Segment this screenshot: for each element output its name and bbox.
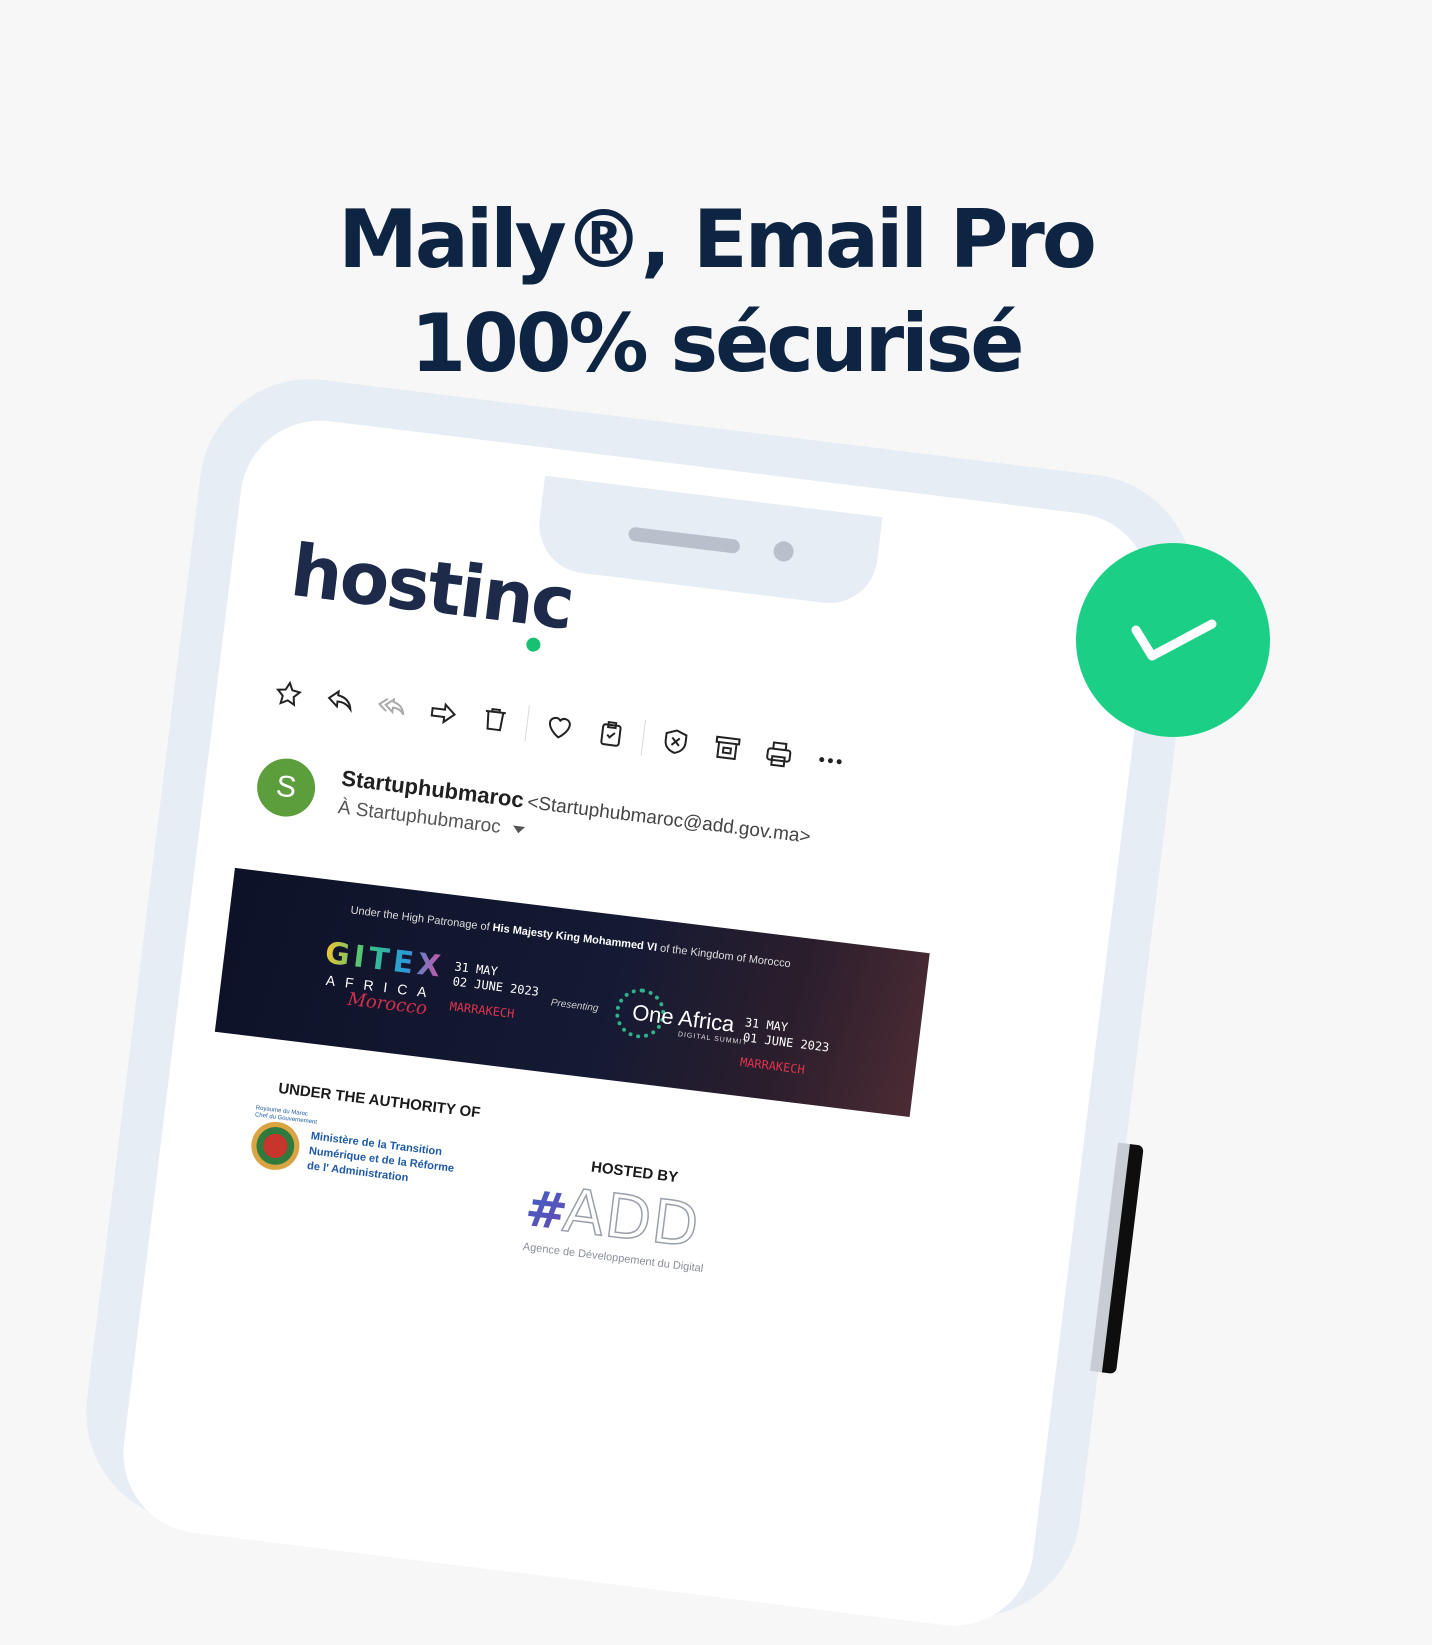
forward-icon[interactable] — [421, 691, 466, 736]
heart-icon[interactable] — [537, 705, 582, 750]
ministry-name: Ministère de la Transition Numérique et … — [306, 1129, 456, 1191]
checkmark-icon — [1131, 619, 1217, 661]
phone-mockup: hostinc S Startuphubmaroc<Startuphubmaro… — [73, 366, 1246, 1635]
coat-of-arms-icon — [248, 1119, 303, 1173]
sender-email[interactable]: <Startuphubmaroc@add.gov.ma> — [526, 792, 812, 848]
more-icon[interactable] — [808, 738, 853, 783]
front-camera — [772, 540, 795, 563]
reply-icon[interactable] — [318, 678, 363, 723]
patronage-post: of the Kingdom of Morocco — [656, 942, 792, 971]
patronage-bold: His Majesty King Mohammed VI — [491, 921, 658, 954]
archive-icon[interactable] — [705, 726, 750, 771]
speaker-grille — [627, 526, 741, 555]
shield-x-icon[interactable] — [653, 719, 698, 764]
one-africa-dates: 31 MAY 01 JUNE 2023 — [742, 1015, 832, 1055]
logo-dot-icon — [525, 636, 542, 653]
trash-icon[interactable] — [473, 697, 518, 742]
avatar[interactable]: S — [253, 755, 319, 820]
chevron-down-icon[interactable] — [511, 825, 525, 835]
star-icon[interactable] — [266, 672, 311, 717]
one-africa-city: MARRAKECH — [739, 1054, 806, 1077]
check-badge — [1076, 543, 1270, 737]
presenting-text: Presenting — [550, 997, 599, 1015]
clipboard-check-icon[interactable] — [589, 711, 634, 756]
headline: Maily®, Email Pro 100% sécurisé — [0, 188, 1432, 396]
phone-notch — [533, 475, 883, 609]
event-banner: Under the High Patronage of His Majesty … — [214, 867, 930, 1118]
gitex-city: MARRAKECH — [448, 999, 516, 1022]
brand-logo: hostinc — [286, 527, 578, 646]
headline-line-1: Maily®, Email Pro — [338, 193, 1097, 286]
print-icon[interactable] — [757, 732, 802, 777]
reply-all-icon[interactable] — [369, 685, 414, 730]
patronage-pre: Under the High Patronage of — [349, 904, 494, 934]
toolbar-separator — [640, 719, 647, 756]
toolbar-separator — [524, 705, 530, 742]
phone-screen: hostinc S Startuphubmaroc<Startuphubmaro… — [114, 411, 1160, 1635]
gitex-dates: 31 MAY 02 JUNE 2023 — [452, 959, 542, 999]
